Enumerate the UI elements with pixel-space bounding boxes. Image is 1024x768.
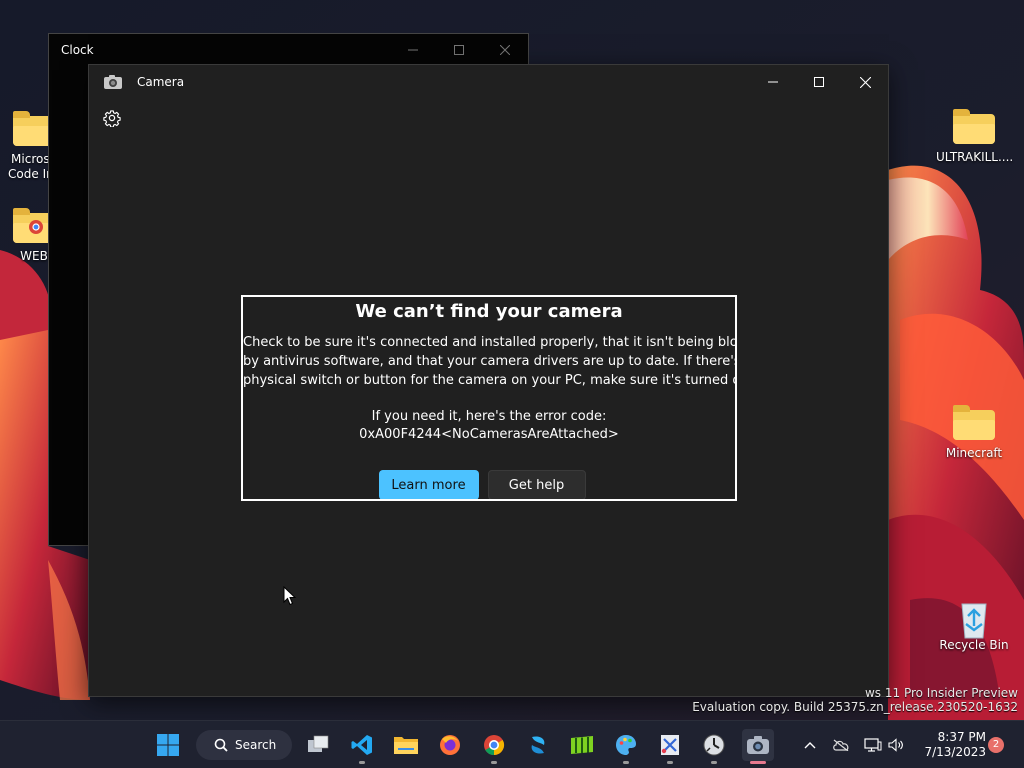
firefox-icon: [440, 735, 460, 755]
chrome-icon: [484, 735, 505, 756]
desktop-icon-label: Recycle Bin: [939, 638, 1009, 652]
camera-error-panel: We can’t find your camera Check to be su…: [241, 295, 737, 501]
minimize-button[interactable]: [750, 65, 796, 99]
cloud-offline-icon: [833, 739, 849, 751]
maximize-button[interactable]: [796, 65, 842, 99]
taskbar-app-firefox[interactable]: [434, 729, 466, 761]
search-label: Search: [235, 738, 277, 752]
taskbar-app-vscode[interactable]: [346, 729, 378, 764]
running-indicator: [667, 761, 673, 764]
notification-badge[interactable]: 2: [988, 737, 1004, 753]
search-icon: [214, 738, 228, 752]
taskbar-app-camera[interactable]: [742, 729, 774, 764]
taskbar-app-snipping-tool[interactable]: [654, 729, 686, 764]
windows-evaluation-watermark: ws 11 Pro Insider Preview Evaluation cop…: [692, 686, 1018, 714]
error-description-line: physical switch or button for the camera…: [243, 373, 737, 388]
error-description: Check to be sure it's connected and inst…: [243, 333, 735, 390]
running-indicator: [359, 761, 365, 764]
taskbar-app-sharex[interactable]: [522, 729, 554, 761]
task-view-icon: [308, 735, 329, 752]
maximize-icon: [814, 77, 824, 87]
chrome-badge-icon: [29, 220, 43, 234]
get-help-button[interactable]: Get help: [487, 470, 586, 499]
watermark-line: Evaluation copy. Build 25375.zn_release.…: [692, 700, 1018, 714]
window-title: Clock: [61, 43, 94, 57]
sharex-icon: [531, 736, 545, 754]
minimize-button[interactable]: [390, 34, 436, 66]
network-tray-button[interactable]: [862, 721, 884, 768]
chevron-up-icon: [804, 742, 816, 749]
desktop-icon-label: ULTRAKILL....: [936, 150, 1014, 164]
close-icon: [859, 76, 871, 88]
taskbar-app-chrome[interactable]: [478, 729, 510, 764]
error-code-intro: If you need it, here's the error code:: [371, 409, 607, 424]
desktop-icon-label: Minecraft: [945, 446, 1003, 460]
active-indicator: [750, 761, 766, 764]
error-code: 0xA00F4244<NoCamerasAreAttached>: [359, 427, 619, 442]
windows-logo-icon: [157, 734, 179, 756]
error-description-line: by antivirus software, and that your cam…: [243, 354, 737, 369]
running-indicator: [711, 761, 717, 764]
error-description-line: Check to be sure it's connected and inst…: [243, 335, 737, 350]
minimize-icon: [408, 49, 418, 51]
close-button[interactable]: [482, 34, 528, 66]
camera-app-icon: [103, 74, 123, 94]
file-explorer-icon: [394, 737, 418, 754]
onedrive-tray-button[interactable]: [830, 721, 852, 768]
desktop-icon-recycle-bin[interactable]: Recycle Bin: [936, 596, 1012, 653]
camera-icon: [747, 736, 769, 754]
paint-palette-icon: [616, 735, 636, 755]
desktop-icon-ultrakill[interactable]: ULTRAKILL....: [936, 108, 1014, 165]
watermark-line: ws 11 Pro Insider Preview: [864, 686, 1018, 700]
folder-icon: [952, 108, 996, 146]
learn-more-button[interactable]: Learn more: [378, 470, 479, 499]
start-button[interactable]: [152, 729, 184, 761]
gear-icon: [103, 110, 121, 127]
taskbar-clock[interactable]: 8:37 PM 7/13/2023: [914, 730, 986, 760]
taskbar-app-file-explorer[interactable]: [390, 729, 422, 761]
window-title: Camera: [137, 75, 185, 89]
show-hidden-icons-button[interactable]: [800, 721, 820, 768]
error-title: We can’t find your camera: [355, 301, 623, 322]
volume-tray-button[interactable]: [886, 721, 906, 768]
network-icon: [864, 738, 882, 752]
vscode-icon: [351, 735, 372, 755]
running-indicator: [623, 761, 629, 764]
close-icon: [500, 45, 510, 55]
taskbar-date: 7/13/2023: [924, 745, 986, 759]
green-game-icon: [571, 736, 593, 754]
close-button[interactable]: [842, 65, 888, 99]
speaker-icon: [888, 738, 903, 752]
taskbar: Search 8:37 PM 7/13/2023 2: [0, 720, 1024, 768]
settings-button[interactable]: [101, 107, 123, 129]
task-view-button[interactable]: [302, 729, 334, 761]
taskbar-search-button[interactable]: Search: [196, 730, 292, 760]
minimize-icon: [768, 81, 778, 83]
folder-icon: [952, 404, 996, 442]
maximize-icon: [454, 45, 464, 55]
taskbar-app-clock[interactable]: [698, 729, 730, 764]
snipping-tool-icon: [661, 735, 679, 755]
desktop-icon-minecraft[interactable]: Minecraft: [936, 404, 1012, 461]
taskbar-app-paint[interactable]: [610, 729, 642, 764]
clock-icon: [703, 734, 725, 756]
taskbar-time: 8:37 PM: [937, 730, 986, 744]
recycle-bin-icon: [952, 596, 996, 639]
running-indicator: [491, 761, 497, 764]
camera-window[interactable]: Camera We can’t find your camera Check t…: [88, 64, 889, 697]
maximize-button[interactable]: [436, 34, 482, 66]
taskbar-app-dolphin[interactable]: [566, 729, 598, 761]
mouse-cursor-icon: [283, 585, 297, 610]
